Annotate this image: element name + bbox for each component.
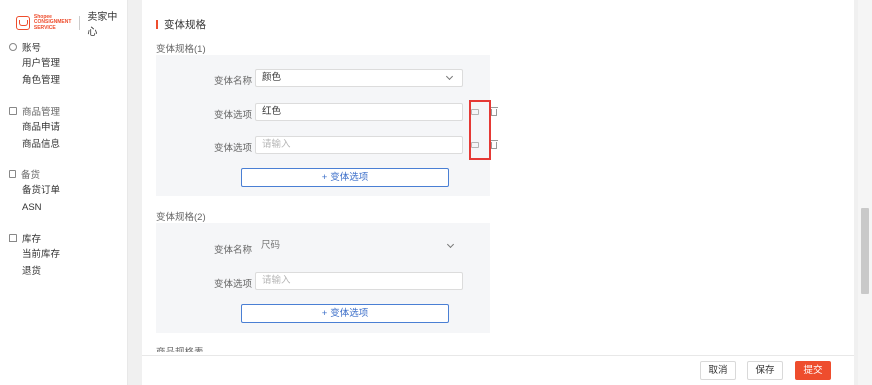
variant-name-label: 变体名称 (213, 76, 252, 87)
nav-group-product: 商品管理 商品申请 商品信息 (0, 103, 128, 153)
sidebar: Shopee CONSIGNMENT SERVICE 卖家中心 账号 用户管理 … (0, 0, 128, 385)
sidebar-item-product-info[interactable]: 商品信息 (0, 136, 128, 153)
section-title: 变体规格 (156, 17, 206, 32)
nav-head-stocking[interactable]: 备货 (0, 166, 128, 182)
main-content: 变体规格 变体规格(1) 变体名称 颜色 变体选项 红色 变体选项 请输入 + 变… (142, 0, 854, 385)
variant-option-input-1[interactable]: 红色 (255, 103, 463, 121)
logo-wordmark: Shopee CONSIGNMENT SERVICE (33, 14, 72, 32)
warehouse-icon (9, 234, 17, 242)
sidebar-item-role-management[interactable]: 角色管理 (0, 72, 128, 89)
nav-group-inventory: 库存 当前库存 退货 (0, 230, 128, 280)
next-section-label: 商品规格表 (156, 347, 204, 352)
add-variant-option-label: 变体选项 (330, 308, 369, 319)
document-icon (9, 170, 16, 178)
delete-option-icon[interactable] (490, 107, 498, 116)
variant-option-input-2[interactable]: 请输入 (255, 136, 463, 154)
nav-head-label: 库存 (22, 234, 42, 245)
section-accent-bar (156, 20, 158, 29)
sidebar-item-returns[interactable]: 退货 (0, 263, 128, 280)
spec-2-label: 变体规格(2) (156, 212, 206, 223)
sidebar-item-stocking-order[interactable]: 备货订单 (0, 182, 128, 199)
nav-group-stocking: 备货 备货订单 ASN (0, 166, 128, 216)
variant-name-label: 变体名称 (213, 245, 252, 256)
box-icon (9, 107, 17, 115)
sidebar-item-current-inventory[interactable]: 当前库存 (0, 246, 128, 263)
plus-icon: + (321, 172, 328, 183)
variant-option-input[interactable]: 请输入 (255, 272, 463, 290)
scrollbar-track[interactable] (858, 0, 872, 385)
submit-button[interactable]: 提交 (795, 361, 831, 380)
spec-1-panel: 变体名称 颜色 变体选项 红色 变体选项 请输入 + 变体选项 (156, 55, 498, 196)
user-icon (9, 43, 17, 51)
nav-group-account: 账号 用户管理 角色管理 (0, 39, 128, 89)
delete-option-icon[interactable] (490, 140, 498, 149)
logo-line-3: SERVICE (33, 24, 56, 31)
spec-1-label: 变体规格(1) (156, 44, 206, 55)
cancel-button[interactable]: 取消 (700, 361, 736, 380)
nav-head-label: 账号 (22, 43, 42, 54)
nav-head-inventory[interactable]: 库存 (0, 230, 128, 246)
nav-head-label: 商品管理 (22, 107, 61, 118)
variant-option-label: 变体选项 (213, 110, 252, 121)
logo-divider (79, 16, 81, 30)
shopee-bag-icon (16, 16, 30, 30)
plus-icon: + (321, 308, 328, 319)
nav-head-label: 备货 (21, 170, 41, 181)
variant-name-select[interactable]: 颜色 (255, 69, 463, 87)
shopee-logo[interactable]: Shopee CONSIGNMENT SERVICE 卖家中心 (16, 8, 127, 38)
scrollbar-thumb[interactable] (861, 208, 869, 294)
variant-option-label: 变体选项 (213, 279, 252, 290)
sidebar-item-asn[interactable]: ASN (0, 199, 128, 216)
seller-center-label: 卖家中心 (87, 12, 118, 38)
delete-icons-highlight (469, 100, 491, 160)
section-title-text: 变体规格 (164, 19, 206, 31)
add-variant-option-label: 变体选项 (330, 172, 369, 183)
action-footer: 取消 保存 提交 (142, 355, 854, 385)
variant-name-select[interactable]: 尺码 (255, 238, 463, 256)
nav-head-product[interactable]: 商品管理 (0, 103, 128, 119)
sidebar-item-user-management[interactable]: 用户管理 (0, 55, 128, 72)
add-variant-option-button[interactable]: + 变体选项 (241, 304, 449, 323)
variant-option-label: 变体选项 (213, 143, 252, 154)
sidebar-item-product-application[interactable]: 商品申请 (0, 119, 128, 136)
nav-head-account[interactable]: 账号 (0, 39, 128, 55)
add-variant-option-button[interactable]: + 变体选项 (241, 168, 449, 187)
save-button[interactable]: 保存 (747, 361, 783, 380)
spec-2-panel: 变体名称 尺码 变体选项 请输入 + 变体选项 (156, 223, 490, 333)
